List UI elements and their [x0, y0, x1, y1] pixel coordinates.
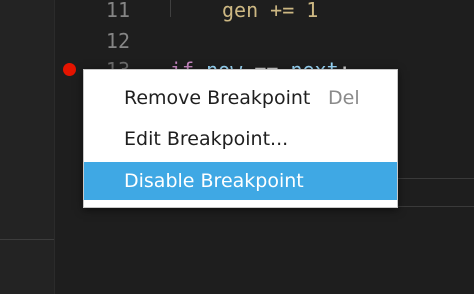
- indent-guide: [170, 0, 171, 17]
- menu-item-edit-breakpoint[interactable]: Edit Breakpoint...: [84, 120, 397, 158]
- menu-item-label: Disable Breakpoint: [124, 170, 304, 192]
- line-highlight-edge: [396, 206, 474, 207]
- line-highlight-edge: [396, 178, 474, 179]
- menu-item-shortcut: Del: [328, 87, 360, 109]
- code-text: gen += 1: [222, 0, 319, 22]
- menu-item-label: Remove Breakpoint: [124, 87, 311, 109]
- menu-item-disable-breakpoint[interactable]: Disable Breakpoint: [84, 162, 397, 200]
- menu-item-label: Edit Breakpoint...: [124, 128, 289, 150]
- line-number: 12: [105, 29, 130, 53]
- breakpoint-context-menu: Remove Breakpoint Del Edit Breakpoint...…: [83, 69, 398, 208]
- panel-divider: [0, 239, 54, 240]
- menu-item-remove-breakpoint[interactable]: Remove Breakpoint Del: [84, 79, 397, 117]
- code-line-11[interactable]: 11 gen += 1: [0, 0, 474, 25]
- code-line-12[interactable]: 12: [0, 26, 474, 56]
- line-number: 11: [105, 0, 130, 22]
- breakpoint-icon[interactable]: [63, 63, 76, 76]
